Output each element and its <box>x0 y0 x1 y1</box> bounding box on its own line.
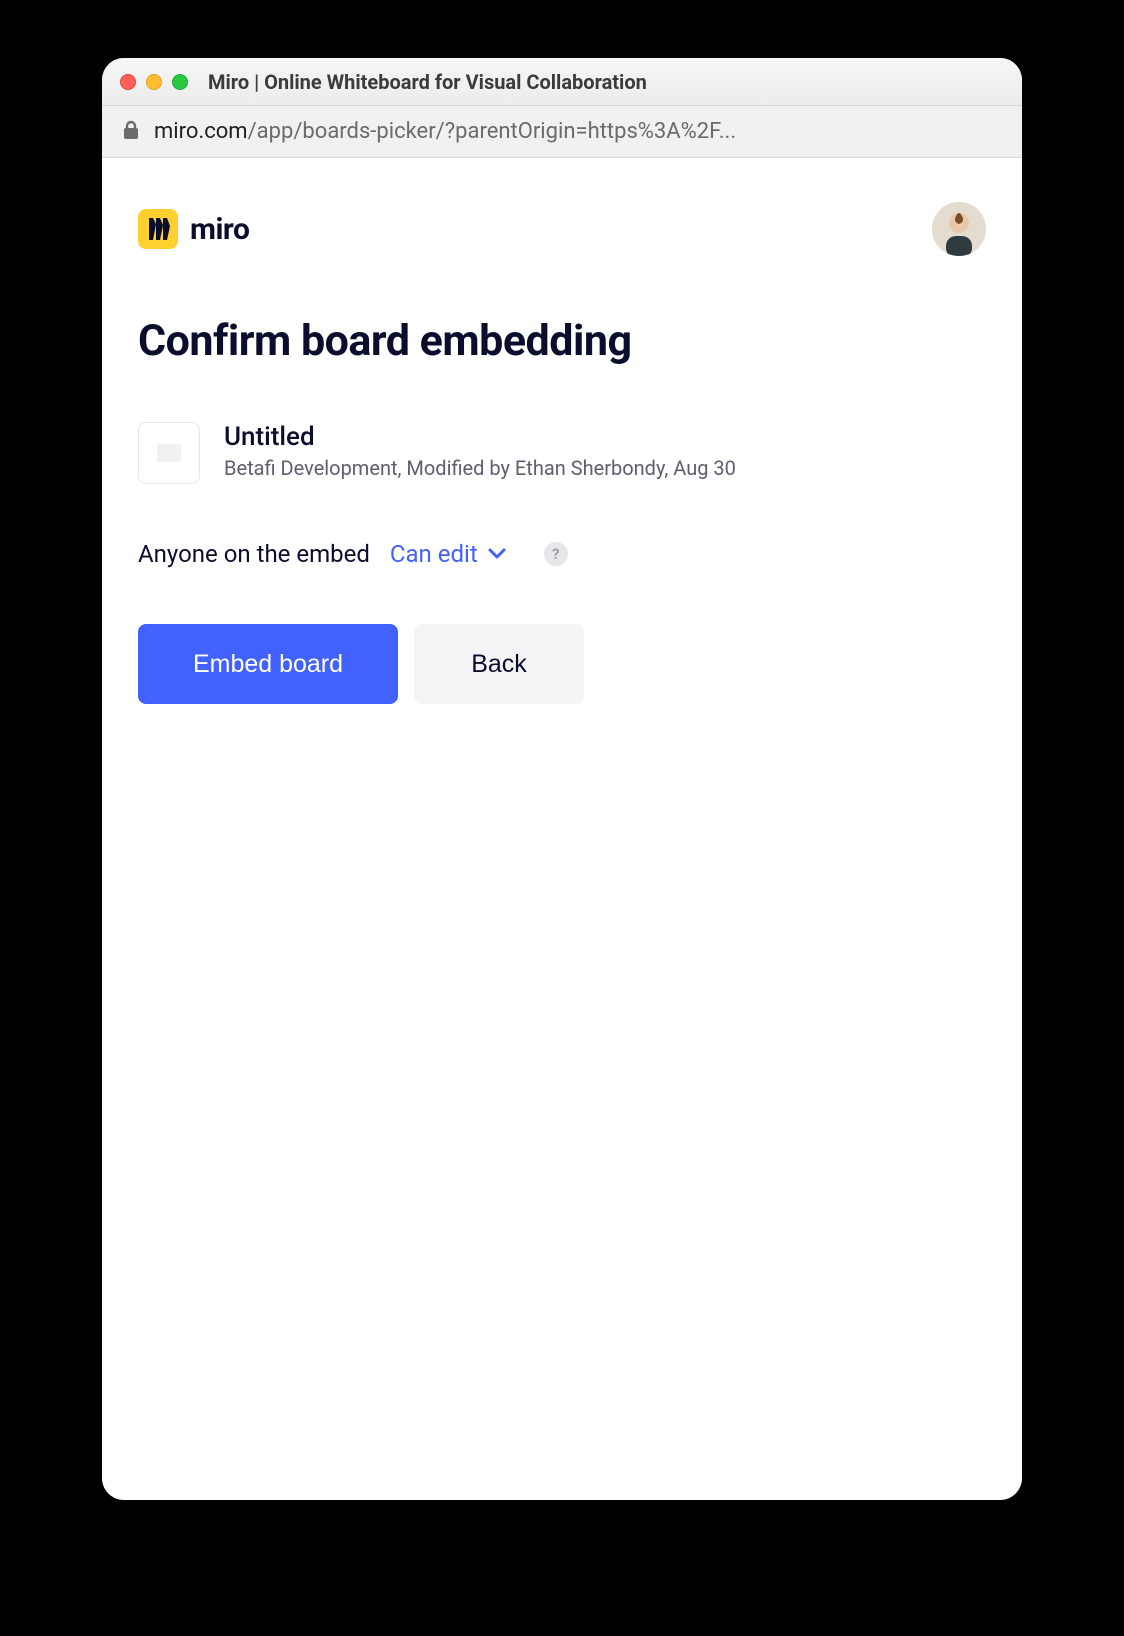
board-details: Betafi Development, Modified by Ethan Sh… <box>224 456 736 480</box>
permission-dropdown[interactable]: Can edit <box>390 540 506 568</box>
url-host: miro.com <box>154 119 248 144</box>
traffic-lights <box>120 74 188 90</box>
browser-window: Miro | Online Whiteboard for Visual Coll… <box>102 58 1022 1500</box>
embed-board-button[interactable]: Embed board <box>138 624 398 704</box>
maximize-window-button[interactable] <box>172 74 188 90</box>
close-window-button[interactable] <box>120 74 136 90</box>
page-content: miro Confirm board embedding Untitled Be… <box>102 158 1022 1500</box>
action-buttons: Embed board Back <box>138 624 986 704</box>
page-title: Confirm board embedding <box>138 316 986 366</box>
url-text: miro.com/app/boards-picker/?parentOrigin… <box>154 119 1002 144</box>
permission-scope-label: Anyone on the embed <box>138 540 370 568</box>
url-path: /app/boards-picker/?parentOrigin=https%3… <box>248 119 737 144</box>
header-row: miro <box>138 202 986 256</box>
board-thumbnail-placeholder-icon <box>157 444 181 462</box>
address-bar[interactable]: miro.com/app/boards-picker/?parentOrigin… <box>102 106 1022 158</box>
back-button[interactable]: Back <box>414 624 584 704</box>
board-summary: Untitled Betafi Development, Modified by… <box>138 422 986 484</box>
permission-selected-value: Can edit <box>390 540 478 568</box>
permission-row: Anyone on the embed Can edit ? <box>138 540 986 568</box>
board-thumbnail[interactable] <box>138 422 200 484</box>
board-meta: Untitled Betafi Development, Modified by… <box>224 422 736 480</box>
help-icon[interactable]: ? <box>544 542 568 566</box>
window-titlebar: Miro | Online Whiteboard for Visual Coll… <box>102 58 1022 106</box>
user-avatar[interactable] <box>932 202 986 256</box>
brand-name: miro <box>190 212 249 247</box>
miro-logo-icon <box>138 209 178 249</box>
board-name: Untitled <box>224 422 736 452</box>
brand[interactable]: miro <box>138 209 249 249</box>
lock-icon <box>122 120 140 144</box>
window-title: Miro | Online Whiteboard for Visual Coll… <box>208 70 647 94</box>
chevron-down-icon <box>488 548 506 560</box>
minimize-window-button[interactable] <box>146 74 162 90</box>
